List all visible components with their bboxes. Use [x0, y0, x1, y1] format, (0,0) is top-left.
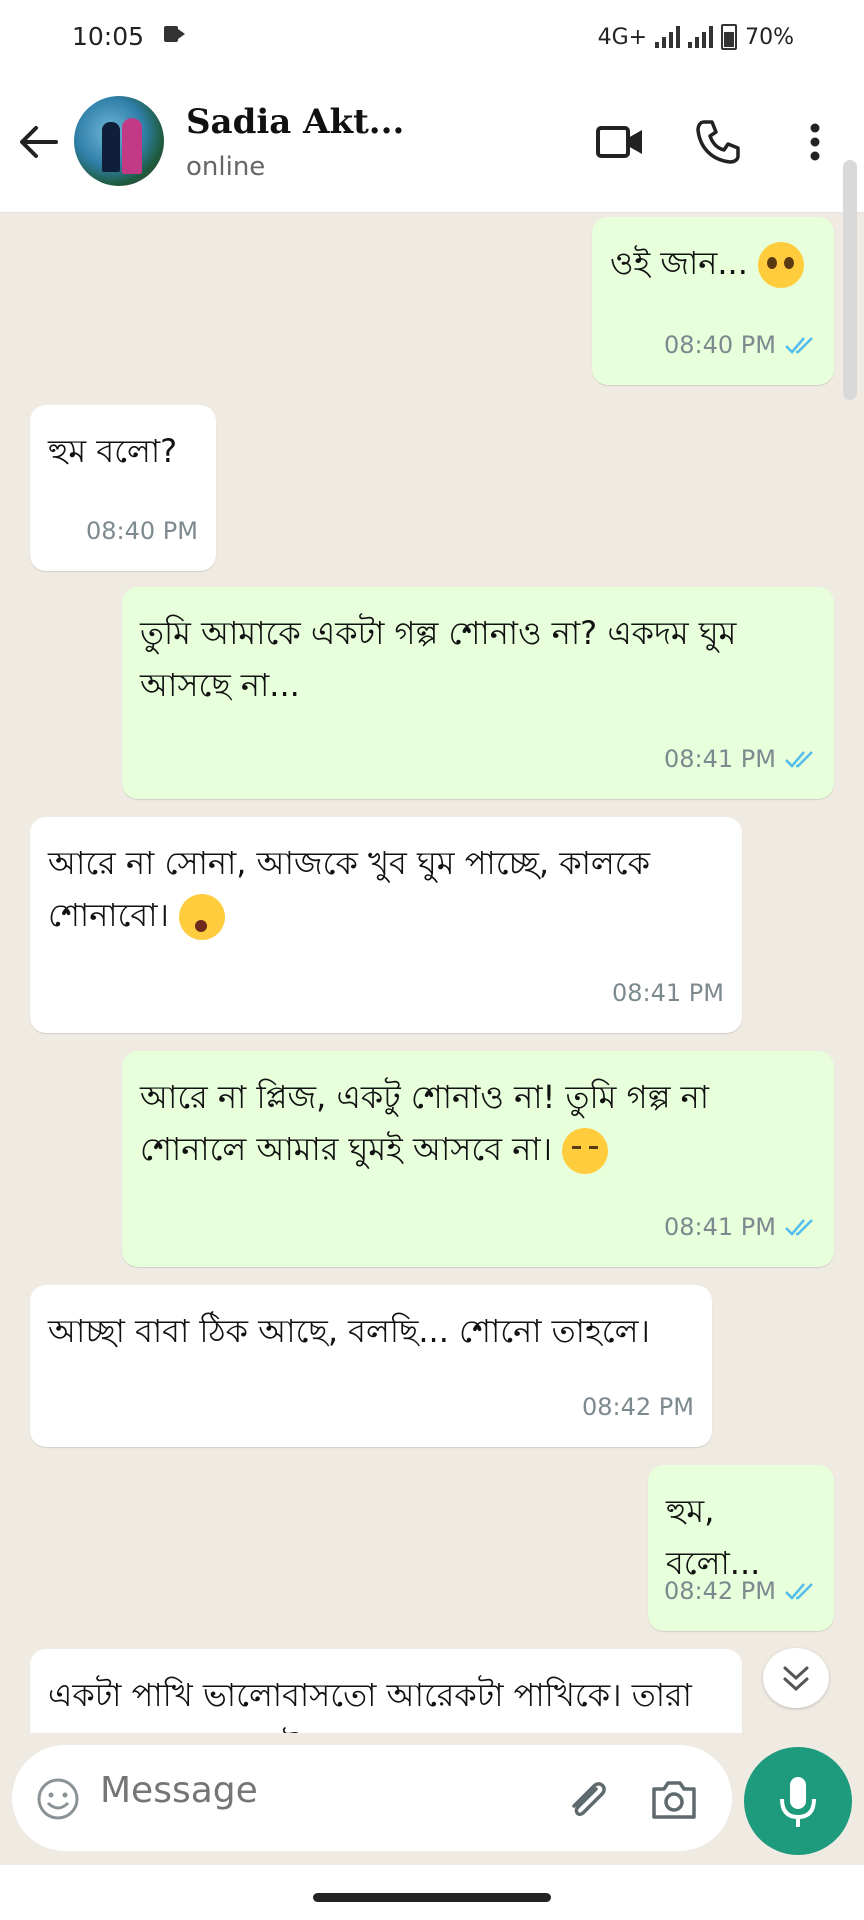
message-time: 08:42 PM [664, 1577, 776, 1605]
screen-record-icon [164, 26, 185, 42]
yawning-face-icon [179, 894, 226, 940]
microphone-icon [780, 1777, 816, 1827]
scrollbar[interactable] [843, 160, 857, 400]
message-bubble-incoming[interactable]: একটা পাখি ভালোবাসতো আরেকটা পাখিকে। তারা … [30, 1649, 742, 1733]
camera-icon[interactable] [648, 1775, 700, 1823]
home-gesture-bar[interactable] [313, 1893, 551, 1902]
back-arrow-icon[interactable] [16, 122, 60, 162]
message-bubble-outgoing[interactable]: তুমি আমাকে একটা গল্প শোনাও না? একদম ঘুম … [122, 587, 834, 799]
message-composer [0, 1735, 864, 1865]
message-time: 08:41 PM [664, 745, 776, 773]
message-time: 08:41 PM [664, 1213, 776, 1241]
message-meta: 08:40 PM [664, 319, 816, 371]
message-input[interactable] [98, 1769, 542, 1812]
system-nav-bar [0, 1865, 864, 1920]
double-chevron-down-icon [783, 1666, 809, 1692]
emoji-icon[interactable] [36, 1777, 80, 1821]
message-bubble-outgoing[interactable]: আরে না প্লিজ, একটু শোনাও না! তুমি গল্প ন… [122, 1051, 834, 1267]
message-bubble-incoming[interactable]: আচ্ছা বাবা ঠিক আছে, বলছি... শোনো তাহলে। … [30, 1285, 712, 1447]
message-meta: 08:42 PM [664, 1565, 816, 1617]
battery-icon [721, 24, 738, 50]
network-type: 4G+ [597, 24, 648, 50]
read-receipt-icon [785, 751, 813, 768]
status-time: 10:05 [72, 22, 145, 51]
contact-name[interactable]: Sadia Akt... [186, 102, 404, 142]
pensive-face-icon [562, 1128, 609, 1174]
avatar-person-2 [122, 118, 142, 174]
video-call-icon[interactable] [594, 116, 646, 168]
message-list[interactable]: ওই জান... 08:40 PM হুম বলো? 08:40 PM তুম… [0, 213, 864, 1733]
message-meta: 08:42 PM [582, 1381, 694, 1433]
message-text: আচ্ছা বাবা ঠিক আছে, বলছি... শোনো তাহলে। [48, 1312, 650, 1350]
signal-icon [655, 26, 681, 48]
message-text: আরে না সোনা, আজকে খুব ঘুম পাচ্ছে, কালকে … [48, 844, 650, 934]
message-meta: 08:41 PM [664, 1201, 816, 1253]
voice-message-button[interactable] [744, 1747, 852, 1855]
pleading-face-icon [758, 242, 805, 288]
scroll-to-bottom-button[interactable] [763, 1648, 829, 1708]
more-options-icon[interactable] [800, 116, 830, 168]
signal-icon-2 [688, 26, 714, 48]
message-text: তুমি আমাকে একটা গল্প শোনাও না? একদম ঘুম … [140, 614, 737, 704]
message-meta: 08:41 PM [612, 967, 724, 1019]
status-indicators: 4G+ 70% [598, 24, 794, 50]
message-text: আরে না প্লিজ, একটু শোনাও না! তুমি গল্প ন… [140, 1078, 709, 1168]
message-bubble-incoming[interactable]: আরে না সোনা, আজকে খুব ঘুম পাচ্ছে, কালকে … [30, 817, 742, 1033]
read-receipt-icon [785, 337, 813, 354]
message-meta: 08:41 PM [664, 733, 816, 785]
message-time: 08:42 PM [582, 1393, 694, 1421]
avatar[interactable] [74, 96, 164, 186]
message-input-container[interactable] [12, 1745, 732, 1851]
message-time: 08:40 PM [86, 517, 198, 545]
message-bubble-incoming[interactable]: হুম বলো? 08:40 PM [30, 405, 216, 571]
status-bar: 10:05 4G+ 70% [0, 0, 864, 72]
battery-percent: 70% [745, 24, 794, 50]
read-receipt-icon [785, 1583, 813, 1600]
phone-call-icon[interactable] [692, 116, 744, 168]
message-meta: 08:40 PM [86, 505, 198, 557]
message-text: ওই জান... [610, 244, 759, 282]
contact-status: online [186, 152, 266, 182]
message-text: হুম বলো? [48, 432, 178, 470]
message-time: 08:40 PM [664, 331, 776, 359]
message-time: 08:41 PM [612, 979, 724, 1007]
read-receipt-icon [785, 1219, 813, 1236]
chat-header: Sadia Akt... online [0, 72, 864, 213]
message-bubble-outgoing[interactable]: ওই জান... 08:40 PM [592, 217, 834, 385]
message-bubble-outgoing[interactable]: হুম, বলো... 08:42 PM [648, 1465, 834, 1631]
avatar-person-1 [102, 122, 120, 172]
message-text: একটা পাখি ভালোবাসতো আরেকটা পাখিকে। তারা … [48, 1676, 692, 1733]
paperclip-icon[interactable] [562, 1773, 614, 1825]
